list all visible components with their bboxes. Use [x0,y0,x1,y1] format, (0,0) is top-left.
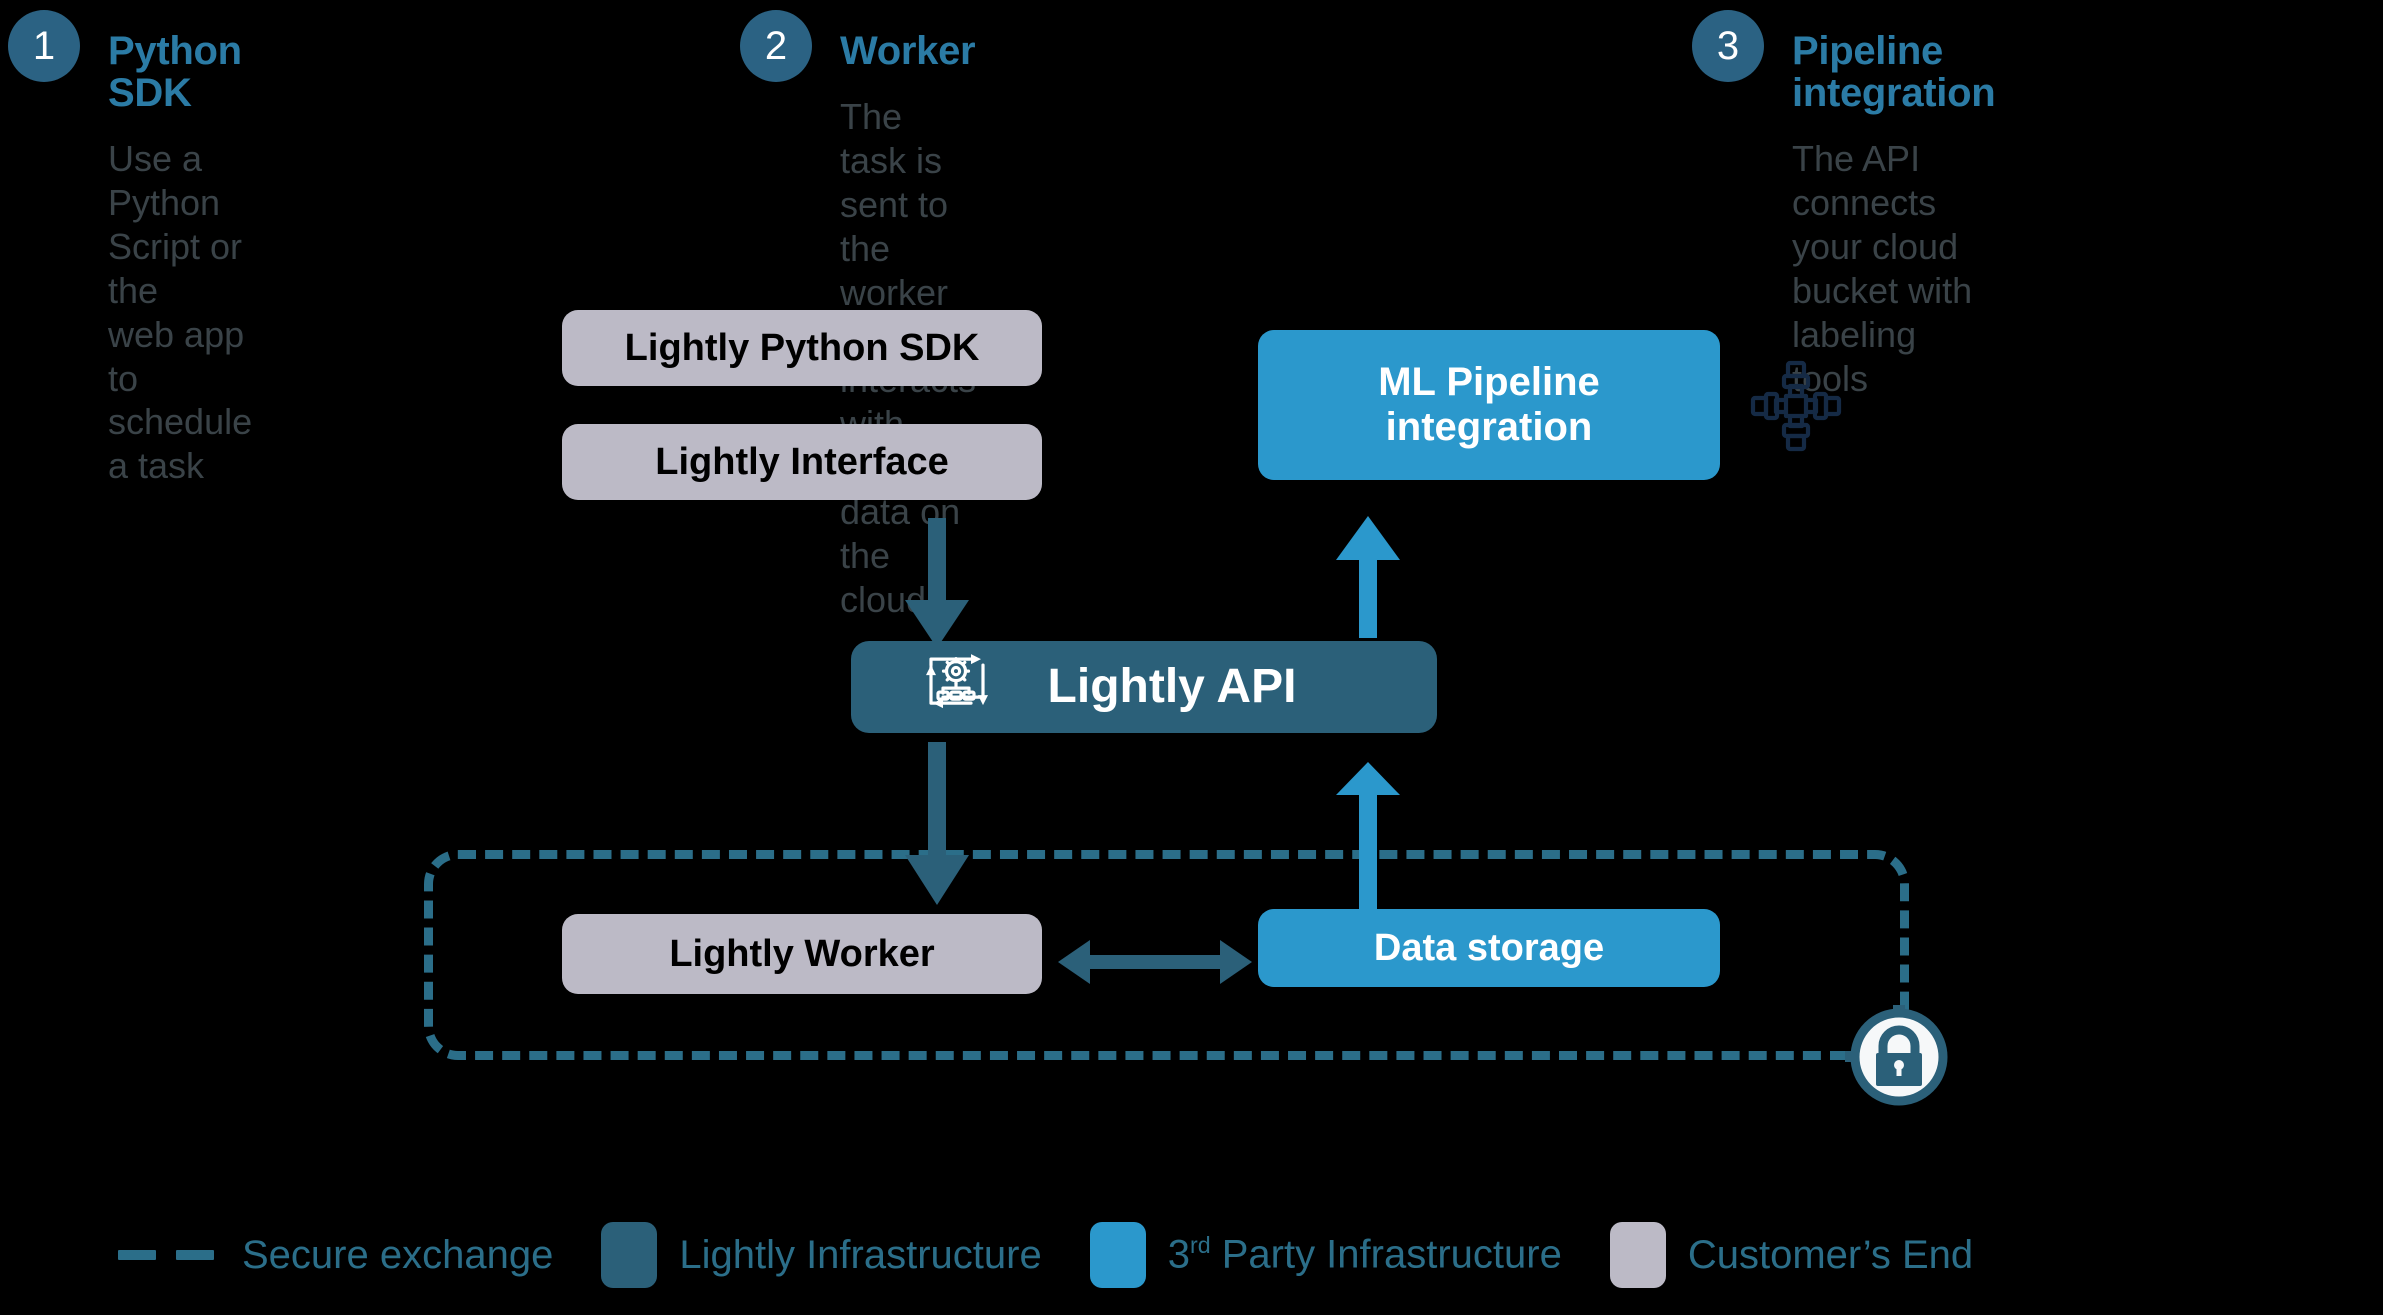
legend: Secure exchange Lightly Infrastructure 3… [118,1222,2021,1288]
arrow-api-to-ml-pipeline [1336,516,1400,638]
pipe-cross-icon [1748,358,1844,454]
step-1-description: Use a Python Script or the web app to sc… [108,138,253,487]
diagram-canvas: 1 Python SDK Use a Python Script or the … [0,0,2383,1315]
legend-item-customers-end: Customer’s End [1609,1222,1974,1288]
legend-item-secure-exchange: Secure exchange [118,1222,553,1288]
box-lightly-worker[interactable]: Lightly Worker [562,914,1042,994]
box-lightly-api[interactable]: Lightly API [851,641,1437,733]
legend-label-customers-end: Customer’s End [1687,1232,1974,1277]
gear-workflow-icon [921,645,993,729]
gray-swatch [1609,1222,1666,1288]
legend-label-third-party-infrastructure: 3rd Party Infrastructure [1168,1232,1562,1277]
legend-item-third-party-infrastructure: 3rd Party Infrastructure [1089,1222,1562,1288]
box-ml-pipeline-integration[interactable]: ML Pipeline integration [1258,330,1720,480]
step-1-text: Python SDK Use a Python Script or the we… [108,12,252,506]
box-lightly-python-sdk[interactable]: Lightly Python SDK [562,310,1042,386]
box-ml-pipeline-label: ML Pipeline integration [1378,360,1600,449]
step-2-number-badge: 2 [740,10,812,82]
step-3-title: Pipeline integration [1792,29,1996,115]
legend-item-lightly-infrastructure: Lightly Infrastructure [601,1222,1042,1288]
step-1-number-badge: 1 [8,10,80,82]
legend-3rd-rest: Party Infrastructure [1210,1232,1562,1277]
step-3-number-badge: 3 [1692,10,1764,82]
blue-swatch [1089,1222,1146,1288]
box-lightly-api-label: Lightly API [1047,660,1297,714]
legend-label-secure-exchange: Secure exchange [242,1232,554,1277]
step-1-title: Python SDK [108,29,242,115]
teal-swatch [601,1222,658,1288]
dashed-line-swatch [118,1222,222,1288]
legend-3rd-main: 3 [1167,1232,1190,1277]
lock-icon [1845,1003,1953,1111]
box-data-storage[interactable]: Data storage [1258,909,1720,987]
step-2-title: Worker [840,29,976,73]
legend-label-lightly-infrastructure: Lightly Infrastructure [679,1232,1042,1277]
legend-3rd-sup: rd [1189,1232,1211,1259]
box-lightly-interface[interactable]: Lightly Interface [562,424,1042,500]
